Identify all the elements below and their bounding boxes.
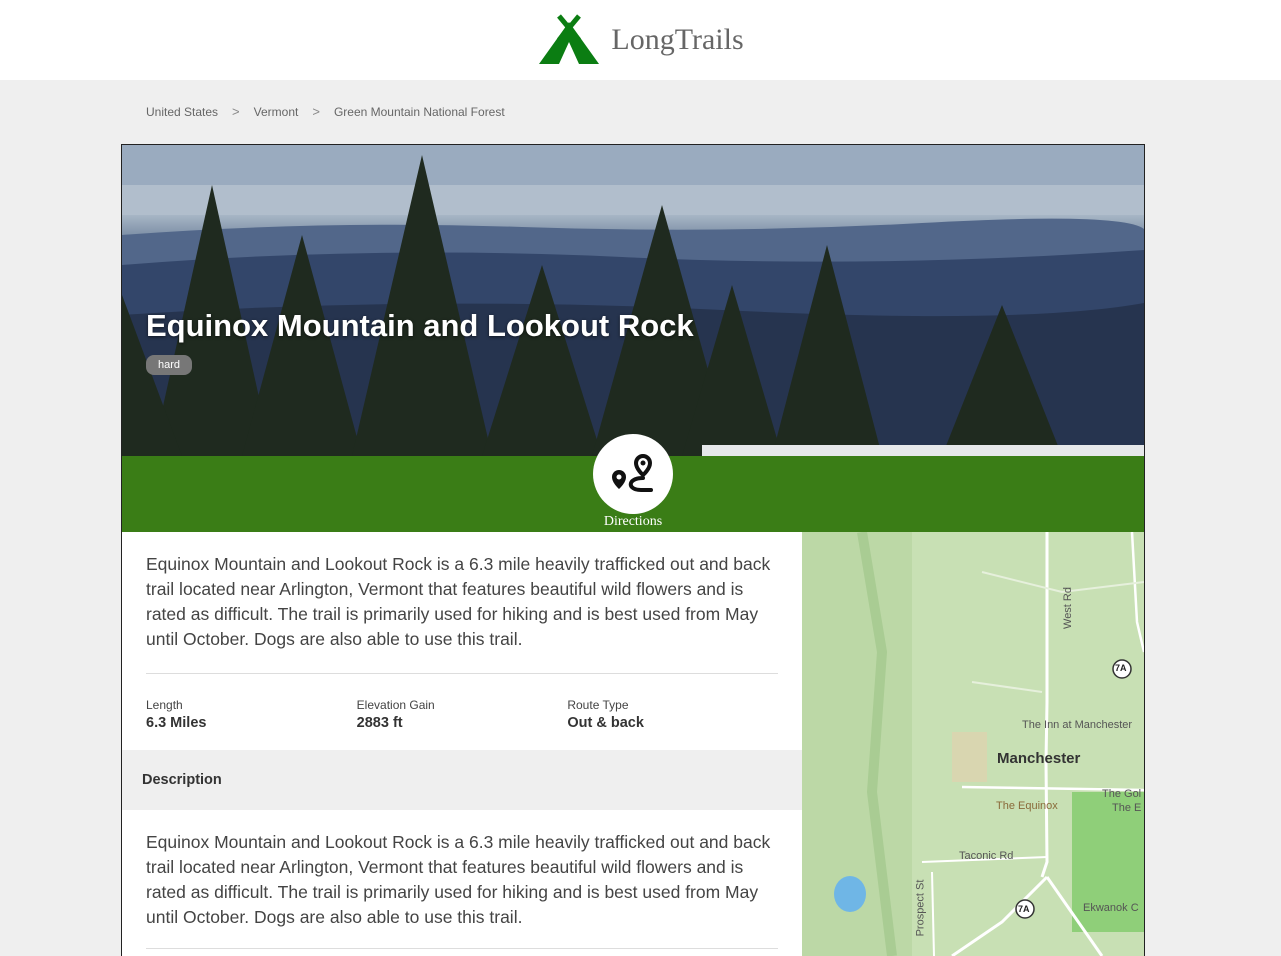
description-heading: Description bbox=[142, 772, 222, 788]
stat-value: 6.3 Miles bbox=[146, 715, 207, 731]
map-label-equinox: The Equinox bbox=[996, 800, 1058, 812]
route-icon bbox=[612, 453, 653, 492]
breadcrumb-separator: > bbox=[232, 104, 240, 119]
map-label-prospect: Prospect St bbox=[914, 879, 927, 937]
stat-elevation: Elevation Gain 2883 ft bbox=[357, 698, 568, 731]
breadcrumb-state[interactable]: Vermont bbox=[254, 105, 299, 119]
trail-description: Equinox Mountain and Lookout Rock is a 6… bbox=[146, 832, 771, 927]
directions-bar: Directions bbox=[122, 434, 1144, 532]
map-label-ekwanok: Ekwanok C bbox=[1083, 902, 1139, 914]
stat-value: 2883 ft bbox=[356, 715, 403, 731]
map-canvas bbox=[802, 532, 1144, 956]
site-logo[interactable]: LongTrails bbox=[537, 14, 744, 66]
hero-image: Equinox Mountain and Lookout Rock hard bbox=[122, 145, 1144, 456]
route-7a-shield: 7A bbox=[1018, 904, 1030, 914]
map-label-taconic: Taconic Rd bbox=[959, 850, 1014, 862]
map-label-golf: The Gol bbox=[1102, 788, 1142, 800]
stat-label: Route Type bbox=[567, 698, 629, 712]
tent-icon bbox=[539, 14, 600, 64]
breadcrumb: United States > Vermont > Green Mountain… bbox=[146, 104, 505, 119]
trail-map[interactable]: West Rd 7A The Inn at Manchester Manches… bbox=[802, 532, 1144, 956]
trail-title: Equinox Mountain and Lookout Rock bbox=[146, 308, 694, 343]
trail-stats: Length 6.3 Miles Elevation Gain 2883 ft … bbox=[122, 674, 802, 731]
stat-length: Length 6.3 Miles bbox=[146, 698, 357, 731]
breadcrumb-country[interactable]: United States bbox=[146, 105, 218, 119]
stat-route-type: Route Type Out & back bbox=[567, 698, 778, 731]
directions-label[interactable]: Directions bbox=[122, 514, 1144, 530]
stat-label: Elevation Gain bbox=[356, 698, 435, 712]
site-header: LongTrails bbox=[0, 0, 1281, 80]
stat-label: Length bbox=[146, 698, 183, 712]
brand-name: LongTrails bbox=[611, 23, 744, 56]
map-label-the-e: The E bbox=[1112, 802, 1142, 814]
route-7a-shield: 7A bbox=[1115, 663, 1127, 673]
trail-details: Equinox Mountain and Lookout Rock is a 6… bbox=[122, 532, 802, 956]
trail-card: Equinox Mountain and Lookout Rock hard D… bbox=[121, 144, 1145, 956]
map-label-west-rd: West Rd bbox=[1061, 587, 1074, 629]
breadcrumb-separator: > bbox=[312, 104, 320, 119]
breadcrumb-forest[interactable]: Green Mountain National Forest bbox=[334, 105, 505, 119]
difficulty-badge: hard bbox=[146, 355, 193, 375]
map-label-town: Manchester bbox=[997, 750, 1081, 767]
divider bbox=[146, 948, 778, 949]
map-label-inn: The Inn at Manchester bbox=[1022, 719, 1133, 731]
hero-photo bbox=[122, 145, 1144, 456]
stat-value: Out & back bbox=[567, 715, 644, 731]
trail-summary: Equinox Mountain and Lookout Rock is a 6… bbox=[146, 554, 771, 649]
directions-button[interactable] bbox=[593, 434, 673, 514]
description-header[interactable]: Description bbox=[122, 750, 802, 810]
